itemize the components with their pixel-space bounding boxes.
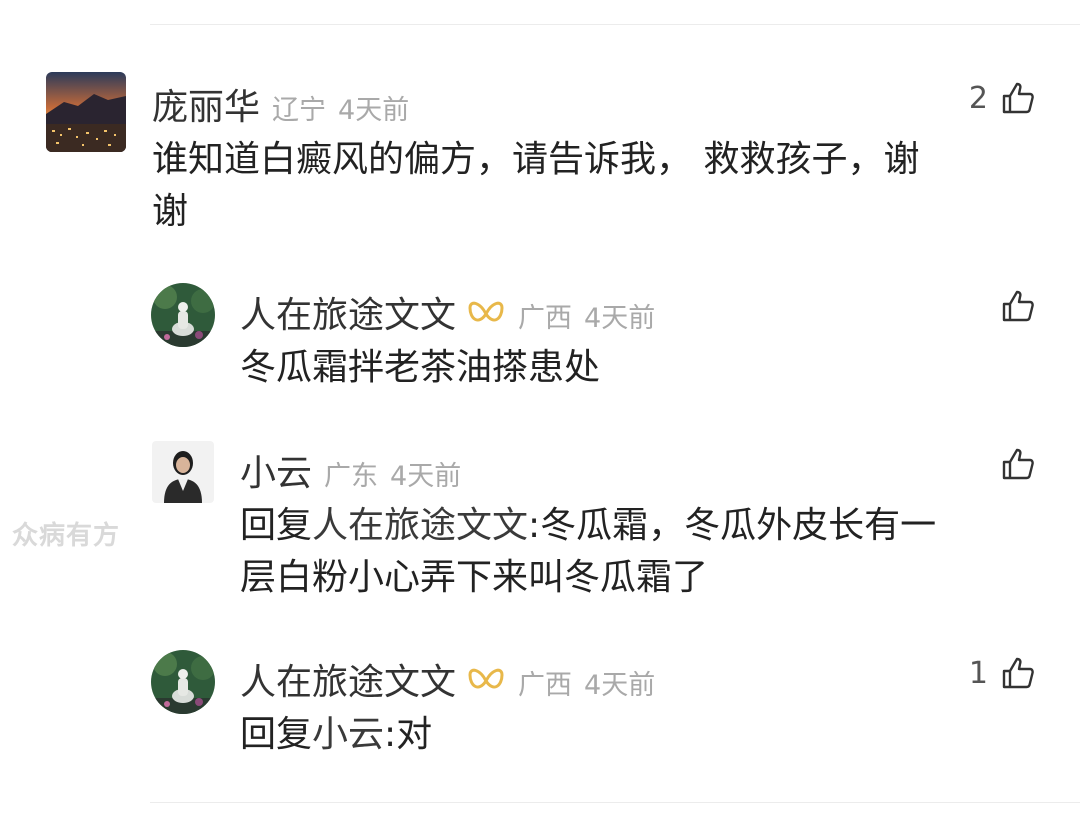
thumbs-up-icon xyxy=(1000,446,1036,482)
author-location: 广西 xyxy=(518,670,573,701)
reply-target-link[interactable]: 小云 xyxy=(312,714,384,755)
like-button[interactable] xyxy=(1000,446,1036,482)
comment-meta: 小云 广东 4天前 xyxy=(240,444,461,496)
top-divider xyxy=(150,24,1080,25)
like-button[interactable]: 1 xyxy=(969,655,1036,691)
comment-line: 冬瓜霜拌老茶油搽患处 xyxy=(240,347,601,388)
comment-text: 回复小云:对 xyxy=(240,709,1040,761)
avatar-statue[interactable] xyxy=(151,650,215,714)
gold-badge-icon xyxy=(466,665,506,697)
comment-text: 回复人在旅途文文:冬瓜霜，冬瓜外皮长有一 层白粉小心弄下来叫冬瓜霜了 xyxy=(240,500,1050,604)
like-button[interactable]: 2 xyxy=(969,80,1036,116)
reply-target-link[interactable]: 人在旅途文文 xyxy=(312,505,528,546)
like-count: 1 xyxy=(968,655,988,691)
avatar-statue[interactable] xyxy=(151,283,215,347)
avatar-person[interactable] xyxy=(152,441,214,503)
author-location: 辽宁 xyxy=(272,95,327,126)
thumbs-up-icon xyxy=(1000,655,1036,691)
comment-text: 谁知道白癜风的偏方，请告诉我， 救救孩子，谢 谢 xyxy=(152,134,1042,238)
comment-meta: 人在旅途文文 广西 4天前 xyxy=(240,286,655,338)
comment-meta: 庞丽华 辽宁 4天前 xyxy=(152,78,409,130)
comment-time: 4天前 xyxy=(338,95,410,126)
author-name[interactable]: 庞丽华 xyxy=(152,78,260,130)
gold-badge-icon xyxy=(466,298,506,330)
author-name[interactable]: 人在旅途文文 xyxy=(240,653,456,705)
comment-time: 4天前 xyxy=(584,670,656,701)
watermark: 众病有方 xyxy=(12,521,121,551)
comment-time: 4天前 xyxy=(390,461,462,492)
like-button[interactable] xyxy=(1000,288,1036,324)
thumbs-up-icon xyxy=(1000,80,1036,116)
comment-line-text: :对 xyxy=(384,714,433,755)
comment-line: 回复小云:对 xyxy=(240,709,1040,761)
avatar-city-night[interactable] xyxy=(46,72,126,152)
comment-meta: 人在旅途文文 广西 4天前 xyxy=(240,653,655,705)
comment-text: 冬瓜霜拌老茶油搽患处 xyxy=(240,342,1040,394)
author-location: 广西 xyxy=(518,303,573,334)
reply-prefix: 回复 xyxy=(240,505,313,546)
comment-line: 回复人在旅途文文:冬瓜霜，冬瓜外皮长有一 xyxy=(240,500,1050,552)
like-count: 2 xyxy=(968,80,988,116)
comment-line: 层白粉小心弄下来叫冬瓜霜了 xyxy=(240,557,709,598)
comment-line-text: :冬瓜霜，冬瓜外皮长有一 xyxy=(528,505,937,546)
author-name[interactable]: 小云 xyxy=(240,444,312,496)
comment-line: 谁知道白癜风的偏方，请告诉我， 救救孩子，谢 xyxy=(152,139,920,180)
comment-line: 谢 xyxy=(152,191,189,232)
author-name[interactable]: 人在旅途文文 xyxy=(240,286,456,338)
author-location: 广东 xyxy=(324,461,379,492)
thumbs-up-icon xyxy=(1000,288,1036,324)
bottom-divider xyxy=(150,802,1080,803)
reply-prefix: 回复 xyxy=(240,714,313,755)
comment-time: 4天前 xyxy=(584,303,656,334)
